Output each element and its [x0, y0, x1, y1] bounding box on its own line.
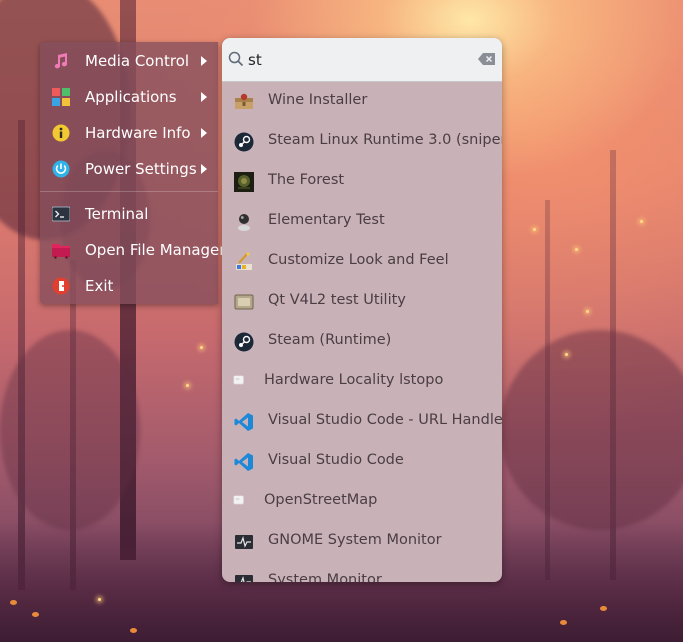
- result-label: The Forest: [268, 172, 345, 188]
- result-openstreetmap[interactable]: OpenStreetMap: [222, 482, 502, 522]
- submenu-arrow-icon: [201, 164, 207, 174]
- result-label: Customize Look and Feel: [268, 252, 449, 268]
- steam-icon: [234, 332, 254, 352]
- menu-item-label: Exit: [85, 277, 114, 295]
- search-icon: [228, 51, 244, 67]
- vscode-icon: [234, 413, 253, 431]
- menu-item-label: Media Control: [85, 52, 190, 70]
- system-monitor-icon: [235, 535, 253, 549]
- menu-separator: [40, 191, 218, 192]
- wine-installer-icon: [235, 93, 253, 109]
- result-elementary-test[interactable]: Elementary Test: [222, 202, 502, 242]
- clear-search-icon[interactable]: [478, 53, 495, 65]
- search-input[interactable]: [248, 49, 468, 71]
- terminal-icon: [52, 206, 70, 222]
- menu-item-exit[interactable]: Exit: [40, 268, 218, 304]
- menu-item-label: Terminal: [85, 205, 149, 223]
- result-label: Qt V4L2 test Utility: [268, 292, 406, 308]
- result-gnome-system-monitor[interactable]: GNOME System Monitor: [222, 522, 502, 562]
- menu-item-media-control[interactable]: Media Control: [40, 43, 218, 79]
- menu-item-applications[interactable]: Applications: [40, 79, 218, 115]
- power-icon: [52, 160, 70, 178]
- menu-item-hardware-info[interactable]: Hardware Info: [40, 115, 218, 151]
- menu-item-label: Applications: [85, 88, 177, 106]
- generic-app-icon: [233, 495, 244, 505]
- result-qt-v4l2-test-utility[interactable]: Qt V4L2 test Utility: [222, 282, 502, 322]
- menu-item-terminal[interactable]: Terminal: [40, 196, 218, 232]
- result-label: Steam (Runtime): [268, 332, 392, 348]
- result-label: Visual Studio Code - URL Handler: [268, 412, 502, 428]
- customize-icon: [236, 252, 252, 270]
- result-system-monitor[interactable]: System Monitor: [222, 562, 502, 582]
- result-customize-look-and-feel[interactable]: Customize Look and Feel: [222, 242, 502, 282]
- result-steam-runtime[interactable]: Steam (Runtime): [222, 322, 502, 362]
- applications-grid-icon: [52, 88, 70, 106]
- result-label: GNOME System Monitor: [268, 532, 442, 548]
- submenu-arrow-icon: [201, 56, 207, 66]
- result-hardware-locality-lstopo[interactable]: Hardware Locality lstopo: [222, 362, 502, 402]
- result-the-forest[interactable]: The Forest: [222, 162, 502, 202]
- system-monitor-icon: [235, 575, 253, 582]
- submenu-arrow-icon: [201, 92, 207, 102]
- vscode-icon: [234, 453, 253, 471]
- app-search-panel: Wine Installer Steam Linux Runtime 3.0 (…: [222, 38, 502, 582]
- result-wine-installer[interactable]: Wine Installer: [222, 82, 502, 122]
- elementary-test-icon: [238, 214, 250, 231]
- result-vscode[interactable]: Visual Studio Code: [222, 442, 502, 482]
- result-label: Visual Studio Code: [268, 452, 404, 468]
- generic-app-icon: [233, 375, 244, 385]
- menu-item-label: Open File Manager: [85, 241, 226, 259]
- menu-item-label: Hardware Info: [85, 124, 191, 142]
- folder-icon: [52, 244, 70, 259]
- camera-utility-icon: [234, 294, 254, 310]
- menu-item-open-file-manager[interactable]: Open File Manager: [40, 232, 225, 268]
- context-menu: Media Control Applications Hardware Info…: [40, 42, 225, 304]
- result-label: Wine Installer: [268, 92, 368, 108]
- result-steam-linux-runtime[interactable]: Steam Linux Runtime 3.0 (sniper): [222, 122, 502, 162]
- exit-icon: [52, 277, 70, 295]
- submenu-arrow-icon: [201, 128, 207, 138]
- result-label: Steam Linux Runtime 3.0 (sniper): [268, 132, 502, 148]
- menu-item-power-settings[interactable]: Power Settings: [40, 151, 218, 187]
- the-forest-icon: [234, 172, 254, 192]
- menu-item-label: Power Settings: [85, 160, 197, 178]
- result-label: System Monitor: [268, 572, 382, 582]
- result-vscode-url-handler[interactable]: Visual Studio Code - URL Handler: [222, 402, 502, 442]
- info-icon: [52, 124, 70, 142]
- steam-icon: [234, 132, 254, 152]
- search-bar: [222, 38, 502, 82]
- search-results-list: Wine Installer Steam Linux Runtime 3.0 (…: [222, 82, 502, 582]
- music-note-icon: [54, 53, 68, 69]
- result-label: OpenStreetMap: [264, 492, 378, 508]
- result-label: Hardware Locality lstopo: [264, 372, 444, 388]
- result-label: Elementary Test: [268, 212, 385, 228]
